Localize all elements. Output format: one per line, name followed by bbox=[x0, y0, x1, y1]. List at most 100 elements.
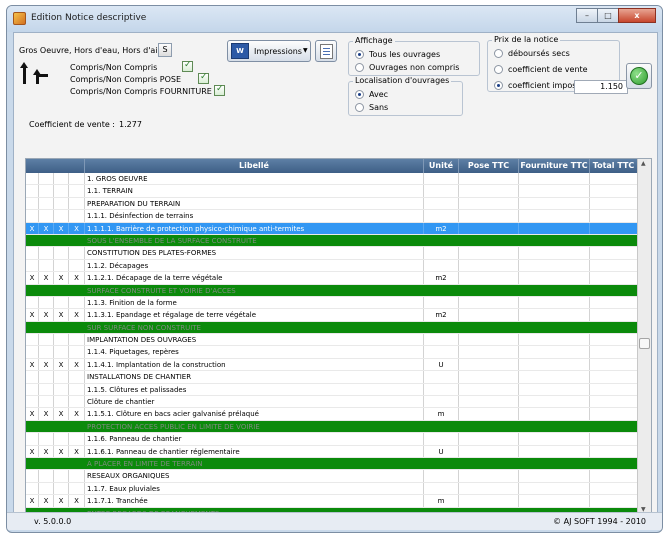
table-row[interactable]: X X X X 1.1.6.1. Panneau de chantier régleme… bbox=[26, 445, 638, 458]
unite-cell bbox=[424, 259, 459, 272]
table-row[interactable]: A PLACER EN LIMITE DE TERRAIN bbox=[26, 457, 638, 471]
libelle-cell: 1. GROS OEUVRE bbox=[85, 173, 424, 185]
unite-cell bbox=[424, 234, 459, 247]
table-row[interactable]: 1.1.6. Panneau de chantier bbox=[26, 433, 638, 446]
flag-cell bbox=[54, 346, 69, 358]
flag-cell bbox=[54, 247, 69, 259]
price-cell bbox=[459, 234, 519, 247]
table-row[interactable]: SOUS L'ENSEMBLE DE LA SURFACE CONSTRUITE bbox=[26, 234, 638, 248]
flag-cell bbox=[39, 433, 54, 445]
radio-selected-icon[interactable] bbox=[355, 90, 364, 99]
unite-cell bbox=[424, 247, 459, 259]
table-row[interactable]: 1.1.3. Finition de la forme bbox=[26, 296, 638, 310]
maximize-button[interactable]: □ bbox=[597, 8, 619, 23]
radio-selected-icon[interactable] bbox=[494, 81, 503, 90]
libelle-cell: 1.1.1. Désinfection de terrains bbox=[85, 210, 424, 222]
libelle-cell: 1.1. TERRAIN bbox=[85, 185, 424, 197]
price-cell bbox=[459, 173, 519, 185]
price-cell bbox=[519, 259, 590, 272]
price-cell bbox=[459, 284, 519, 296]
column-header-libelle[interactable]: Libellé bbox=[85, 159, 424, 173]
price-cell bbox=[590, 334, 638, 346]
scroll-up-icon[interactable]: ▲ bbox=[641, 160, 646, 167]
vertical-scrollbar[interactable]: ▲ ▼ bbox=[637, 159, 651, 514]
prix-option-coef-impose[interactable]: coefficient imposé bbox=[494, 81, 581, 90]
flag-cell bbox=[54, 470, 69, 482]
flag-cell: X bbox=[69, 222, 85, 234]
flag-cell bbox=[54, 234, 69, 247]
table-row[interactable]: X X X X 1.1.7.1. Tranchée m bbox=[26, 495, 638, 508]
scope-option-3-checkbox[interactable] bbox=[214, 84, 225, 96]
prix-option-coef-vente[interactable]: coefficient de vente bbox=[494, 65, 588, 74]
table-row[interactable]: 1.1.5. Clôtures et palissades bbox=[26, 383, 638, 397]
table-row[interactable]: 1.1.1. Désinfection de terrains bbox=[26, 210, 638, 223]
libelle-cell: PROTECTION ACCES PUBLIC EN LIMITE DE VOI… bbox=[85, 420, 424, 433]
flag-cell: X bbox=[39, 408, 54, 420]
table-row[interactable]: SUR SURFACE NON CONSTRUITE bbox=[26, 321, 638, 335]
prix-option-debourses[interactable]: déboursés secs bbox=[494, 49, 570, 58]
flag-cell bbox=[54, 259, 69, 272]
table-row[interactable]: INSTALLATIONS DE CHANTIER bbox=[26, 371, 638, 384]
table-row[interactable]: SURFACE CONSTRUITE ET VOIRIE D'ACCES bbox=[26, 284, 638, 297]
price-cell bbox=[459, 185, 519, 197]
radio-icon[interactable] bbox=[355, 103, 364, 112]
table-row[interactable]: 1.1.2. Décapages bbox=[26, 259, 638, 273]
table-row[interactable]: IMPLANTATION DES OUVRAGES bbox=[26, 334, 638, 347]
flag-cell bbox=[39, 234, 54, 247]
libelle-cell: CONSTITUTION DES PLATES-FORMES bbox=[85, 247, 424, 259]
radio-icon[interactable] bbox=[494, 65, 503, 74]
table-row[interactable]: X X X X 1.1.4.1. Implantation de la construc… bbox=[26, 358, 638, 372]
title-bar[interactable]: Edition Notice descriptive – □ x bbox=[7, 6, 662, 32]
radio-selected-icon[interactable] bbox=[355, 50, 364, 59]
scroll-thumb[interactable] bbox=[639, 338, 650, 349]
table-row[interactable]: Clôture de chantier bbox=[26, 396, 638, 409]
table-row[interactable]: X X X X 1.1.2.1. Décapage de la terre végéta… bbox=[26, 272, 638, 285]
flag-cell: X bbox=[26, 358, 39, 371]
column-header-total[interactable]: Total TTC bbox=[590, 159, 638, 173]
coefficient-impose-input[interactable]: 1.150 bbox=[574, 80, 628, 94]
localisation-option-sans[interactable]: Sans bbox=[355, 103, 388, 112]
print-preview-button[interactable] bbox=[315, 40, 337, 62]
impressions-button[interactable]: W Impressions ▼ bbox=[227, 40, 311, 62]
table-row[interactable]: 1.1.7. Eaux pluviales bbox=[26, 482, 638, 496]
table-row[interactable]: RESEAUX ORGANIQUES bbox=[26, 470, 638, 483]
unite-cell bbox=[424, 296, 459, 309]
table-row[interactable]: 1. GROS OEUVRE bbox=[26, 173, 638, 186]
table-row[interactable]: CONSTITUTION DES PLATES-FORMES bbox=[26, 247, 638, 260]
localisation-option-avec[interactable]: Avec bbox=[355, 90, 388, 99]
validate-button[interactable]: ✓ bbox=[626, 63, 652, 89]
flag-cell bbox=[69, 371, 85, 383]
window-controls: – □ x bbox=[576, 8, 656, 23]
flag-cell: X bbox=[39, 309, 54, 321]
table-row[interactable]: X X X X 1.1.5.1. Clôture en bacs acier galva… bbox=[26, 408, 638, 421]
column-header-fourniture[interactable]: Fourniture TTC bbox=[519, 159, 590, 173]
scope-option-1-checkbox[interactable] bbox=[182, 60, 193, 72]
radio-icon[interactable] bbox=[355, 63, 364, 72]
flag-cell bbox=[69, 173, 85, 185]
table-row[interactable]: 1.1.4. Piquetages, repères bbox=[26, 346, 638, 359]
table-row[interactable]: 1.1. TERRAIN bbox=[26, 185, 638, 198]
flag-cell bbox=[39, 346, 54, 358]
affichage-option-non-compris[interactable]: Ouvrages non compris bbox=[355, 63, 459, 72]
grid-header-flags bbox=[26, 159, 85, 173]
price-cell bbox=[519, 408, 590, 420]
table-row[interactable]: X X X X 1.1.3.1. Epandage et régalage de ter… bbox=[26, 309, 638, 322]
scope-option-1: Compris/Non Compris bbox=[70, 63, 158, 72]
affichage-option-tous[interactable]: Tous les ouvrages bbox=[355, 50, 440, 59]
column-header-unite[interactable]: Unité bbox=[424, 159, 459, 173]
close-button[interactable]: x bbox=[618, 8, 656, 23]
client-area: Gros Oeuvre, Hors d'eau, Hors d'air S Co… bbox=[13, 32, 658, 524]
scope-option-2-checkbox[interactable] bbox=[198, 72, 209, 84]
flag-cell bbox=[26, 334, 39, 346]
flag-cell bbox=[26, 210, 39, 222]
s-button[interactable]: S bbox=[158, 43, 172, 57]
flag-cell bbox=[54, 296, 69, 309]
radio-icon[interactable] bbox=[494, 49, 503, 58]
flag-cell: X bbox=[39, 222, 54, 234]
column-header-pose[interactable]: Pose TTC bbox=[459, 159, 519, 173]
table-row[interactable]: X X X X 1.1.1.1. Barrière de protection phys… bbox=[26, 222, 638, 235]
minimize-button[interactable]: – bbox=[576, 8, 598, 23]
chevron-down-icon: ▼ bbox=[303, 47, 308, 54]
table-row[interactable]: PROTECTION ACCES PUBLIC EN LIMITE DE VOI… bbox=[26, 420, 638, 434]
table-row[interactable]: PREPARATION DU TERRAIN bbox=[26, 197, 638, 211]
